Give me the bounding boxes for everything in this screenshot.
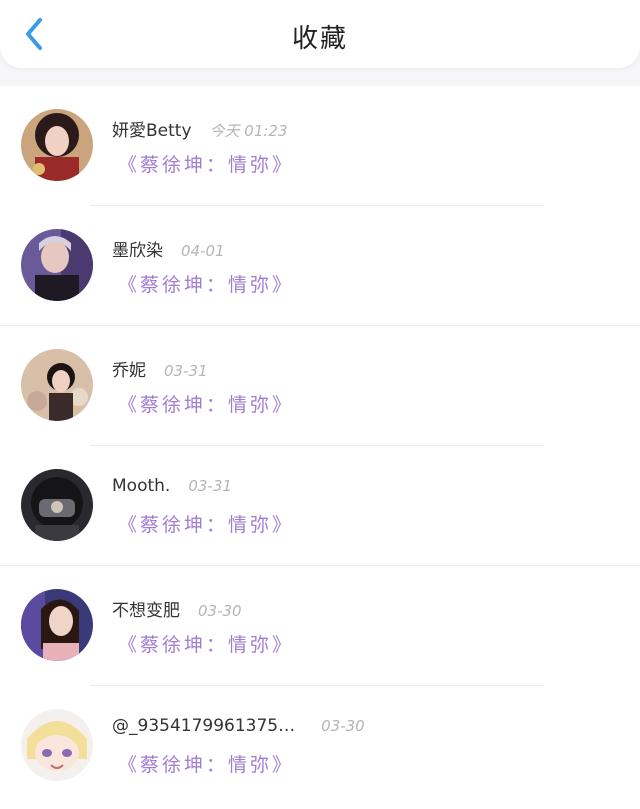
- story-title-link[interactable]: 《蔡徐坤：情弥》: [118, 270, 294, 297]
- list-item[interactable]: 不想变肥 03-30 《蔡徐坤：情弥》: [0, 566, 640, 686]
- avatar[interactable]: [21, 709, 93, 781]
- list-item[interactable]: @_9354179961375… 03-30 《蔡徐坤：情弥》: [0, 686, 640, 806]
- top-bar: 收藏: [0, 0, 640, 68]
- timestamp: 今天 01:23: [209, 122, 288, 140]
- name-line: 乔妮 03-31: [112, 356, 208, 381]
- username[interactable]: 墨欣染: [112, 241, 163, 261]
- timestamp: 03-30: [198, 602, 242, 620]
- timestamp: 03-31: [164, 362, 208, 380]
- username[interactable]: 乔妮: [112, 361, 146, 381]
- story-title-link[interactable]: 《蔡徐坤：情弥》: [118, 630, 294, 657]
- name-line: @_9354179961375… 03-30: [112, 716, 365, 736]
- timestamp: 03-30: [321, 717, 365, 735]
- list-item[interactable]: Mooth. 03-31 《蔡徐坤：情弥》: [0, 446, 640, 566]
- timestamp: 04-01: [181, 242, 225, 260]
- list-item[interactable]: 乔妮 03-31 《蔡徐坤：情弥》: [0, 326, 640, 446]
- story-title-link[interactable]: 《蔡徐坤：情弥》: [118, 510, 294, 537]
- list-item[interactable]: 墨欣染 04-01 《蔡徐坤：情弥》: [0, 206, 640, 326]
- avatar[interactable]: [21, 589, 93, 661]
- name-line: 不想变肥 03-30: [112, 596, 242, 621]
- name-line: 墨欣染 04-01: [112, 236, 225, 261]
- timestamp: 03-31: [188, 477, 232, 495]
- username[interactable]: 不想变肥: [112, 601, 180, 621]
- avatar[interactable]: [21, 109, 93, 181]
- username[interactable]: Mooth.: [112, 476, 170, 496]
- avatar[interactable]: [21, 349, 93, 421]
- username[interactable]: 妍愛Betty: [112, 121, 192, 141]
- avatar[interactable]: [21, 229, 93, 301]
- favorites-list: 妍愛Betty 今天 01:23 《蔡徐坤：情弥》 墨欣染 04-01 《蔡徐坤：情…: [0, 86, 640, 809]
- avatar[interactable]: [21, 469, 93, 541]
- story-title-link[interactable]: 《蔡徐坤：情弥》: [118, 750, 294, 777]
- username[interactable]: @_9354179961375…: [112, 716, 295, 736]
- page-title: 收藏: [291, 24, 348, 54]
- list-item[interactable]: 妍愛Betty 今天 01:23 《蔡徐坤：情弥》: [0, 86, 640, 206]
- story-title-link[interactable]: 《蔡徐坤：情弥》: [118, 390, 294, 417]
- name-line: 妍愛Betty 今天 01:23: [112, 116, 288, 141]
- name-line: Mooth. 03-31: [112, 476, 232, 496]
- story-title-link[interactable]: 《蔡徐坤：情弥》: [118, 150, 294, 177]
